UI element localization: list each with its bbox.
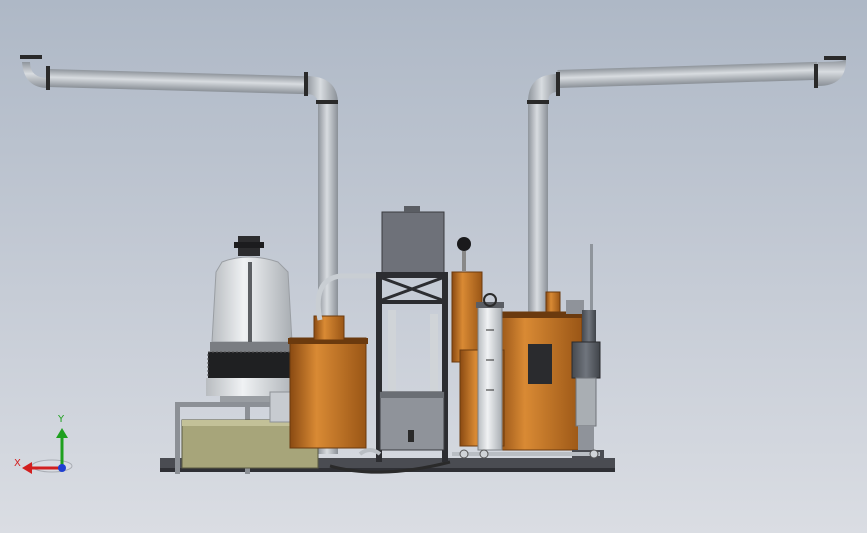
axis-triad (22, 428, 73, 474)
assembly-model[interactable] (0, 0, 867, 533)
axis-x-label: X (14, 458, 21, 469)
pump-motor[interactable] (571, 244, 604, 458)
right-orange-tank[interactable] (451, 271, 584, 451)
base-pipework (358, 448, 600, 459)
control-box[interactable] (379, 391, 445, 451)
filter-column[interactable] (476, 293, 504, 451)
pressure-gauge (457, 237, 471, 271)
axis-y-label: Y (58, 414, 65, 425)
cad-viewport[interactable]: X Y (0, 0, 867, 533)
